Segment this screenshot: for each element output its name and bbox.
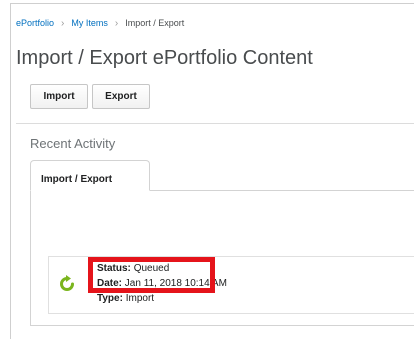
status-highlight-box xyxy=(88,257,215,293)
breadcrumb-current: Import / Export xyxy=(125,18,185,28)
tab-import-export[interactable]: Import / Export xyxy=(30,160,150,191)
type-value: Import xyxy=(125,293,155,304)
type-label: Type: xyxy=(97,293,123,304)
breadcrumb-separator-icon: › xyxy=(114,18,119,29)
recent-activity-heading: Recent Activity xyxy=(30,136,116,151)
refresh-arrow-icon xyxy=(60,275,74,291)
breadcrumb-my-items-link[interactable]: My Items xyxy=(71,18,108,28)
section-divider xyxy=(16,123,414,124)
breadcrumb: ePortfolio › My Items › Import / Export xyxy=(16,18,184,29)
type-line: Type: Import xyxy=(97,293,154,304)
export-button[interactable]: Export xyxy=(92,84,150,109)
breadcrumb-separator-icon: › xyxy=(61,18,65,29)
page-title: Import / Export ePortfolio Content xyxy=(16,47,313,69)
import-button[interactable]: Import xyxy=(30,84,88,109)
breadcrumb-eportfolio-link[interactable]: ePortfolio xyxy=(16,18,54,28)
